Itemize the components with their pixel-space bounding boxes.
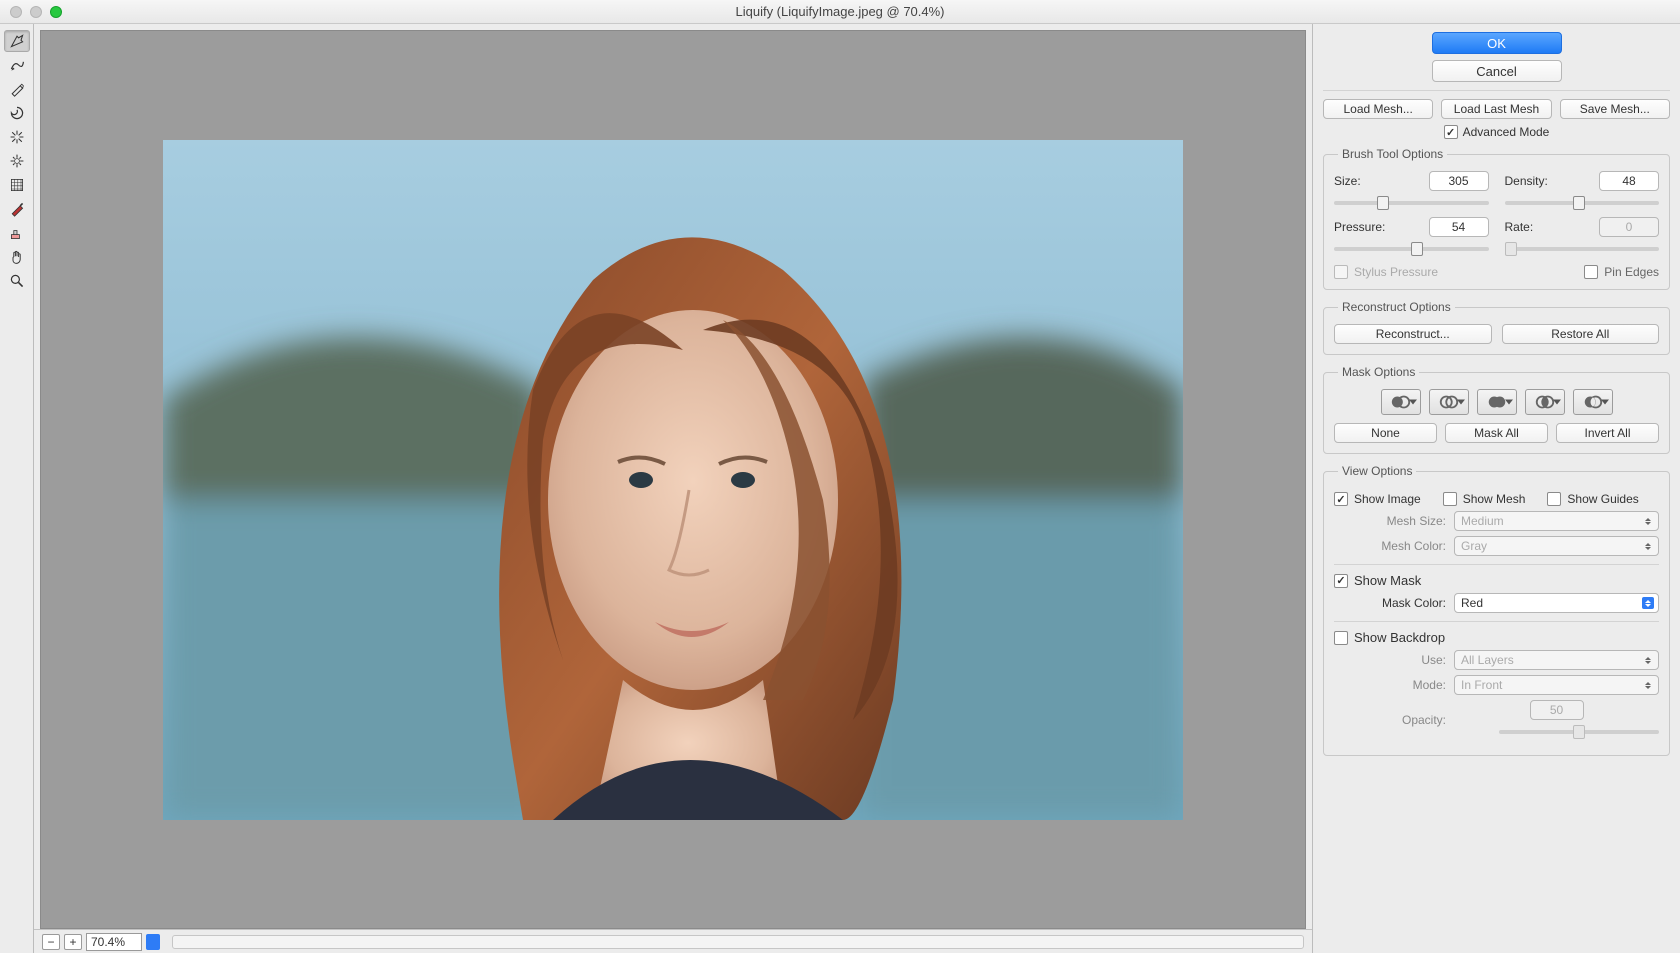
mask-color-label: Mask Color: — [1334, 596, 1446, 610]
load-mesh-button[interactable]: Load Mesh... — [1323, 99, 1433, 119]
view-legend: View Options — [1338, 464, 1416, 478]
mask-add-icon[interactable] — [1429, 389, 1469, 415]
show-mask-checkbox[interactable] — [1334, 574, 1348, 588]
twirl-tool[interactable] — [4, 102, 30, 124]
zoom-stepper-icon[interactable] — [146, 934, 160, 950]
divider — [1334, 621, 1659, 622]
rate-slider — [1505, 241, 1660, 257]
mesh-size-select: Medium — [1454, 511, 1659, 531]
push-left-tool[interactable] — [4, 174, 30, 196]
bloat-tool[interactable] — [4, 150, 30, 172]
tool-strip — [0, 24, 34, 953]
use-label: Use: — [1334, 653, 1446, 667]
show-backdrop-label: Show Backdrop — [1354, 630, 1445, 645]
mask-invert-icon[interactable] — [1573, 389, 1613, 415]
canvas-column: − + 70.4% — [34, 24, 1312, 953]
canvas-area[interactable] — [40, 30, 1306, 929]
divider — [1323, 90, 1670, 91]
use-select: All Layers — [1454, 650, 1659, 670]
show-image-checkbox[interactable] — [1334, 492, 1348, 506]
show-mesh-label: Show Mesh — [1463, 492, 1526, 506]
smooth-tool[interactable] — [4, 78, 30, 100]
reconstruct-legend: Reconstruct Options — [1338, 300, 1455, 314]
mask-intersect-icon[interactable] — [1525, 389, 1565, 415]
opacity-label: Opacity: — [1334, 713, 1446, 727]
mask-subtract-icon[interactable] — [1477, 389, 1517, 415]
hand-tool[interactable] — [4, 246, 30, 268]
mask-options-group: Mask Options None Mask All Invert All — [1323, 365, 1670, 454]
show-guides-checkbox[interactable] — [1547, 492, 1561, 506]
density-slider[interactable] — [1505, 195, 1660, 211]
size-label: Size: — [1334, 174, 1361, 188]
window-controls — [10, 6, 62, 18]
restore-all-button[interactable]: Restore All — [1502, 324, 1660, 344]
opacity-slider — [1499, 724, 1659, 740]
size-input[interactable] — [1429, 171, 1489, 191]
zoom-window-icon[interactable] — [50, 6, 62, 18]
close-window-icon[interactable] — [10, 6, 22, 18]
size-slider[interactable] — [1334, 195, 1489, 211]
mask-legend: Mask Options — [1338, 365, 1419, 379]
zoom-level-field[interactable]: 70.4% — [86, 933, 142, 951]
density-label: Density: — [1505, 174, 1548, 188]
reconstruct-button[interactable]: Reconstruct... — [1334, 324, 1492, 344]
stylus-pressure-checkbox — [1334, 265, 1348, 279]
mode-select: In Front — [1454, 675, 1659, 695]
rate-label: Rate: — [1505, 220, 1534, 234]
window-titlebar: Liquify (LiquifyImage.jpeg @ 70.4%) — [0, 0, 1680, 24]
window-title: Liquify (LiquifyImage.jpeg @ 70.4%) — [0, 4, 1680, 19]
mask-color-select[interactable]: Red — [1454, 593, 1659, 613]
show-guides-label: Show Guides — [1567, 492, 1638, 506]
options-panel: OK Cancel Load Mesh... Load Last Mesh Sa… — [1312, 24, 1680, 953]
save-mesh-button[interactable]: Save Mesh... — [1560, 99, 1670, 119]
horizontal-scrollbar[interactable] — [172, 935, 1304, 949]
load-last-mesh-button[interactable]: Load Last Mesh — [1441, 99, 1551, 119]
stylus-pressure-label: Stylus Pressure — [1354, 265, 1438, 279]
view-options-group: View Options Show Image Show Mesh Show G… — [1323, 464, 1670, 756]
pucker-tool[interactable] — [4, 126, 30, 148]
brush-tool-options-group: Brush Tool Options Size: Density: Pressu… — [1323, 147, 1670, 290]
mode-label: Mode: — [1334, 678, 1446, 692]
show-image-label: Show Image — [1354, 492, 1421, 506]
show-mask-label: Show Mask — [1354, 573, 1421, 588]
invert-all-button[interactable]: Invert All — [1556, 423, 1659, 443]
advanced-mode-label: Advanced Mode — [1463, 125, 1550, 139]
freeze-mask-tool[interactable] — [4, 198, 30, 220]
canvas-status-bar: − + 70.4% — [34, 929, 1312, 953]
divider — [1334, 564, 1659, 565]
cancel-button[interactable]: Cancel — [1432, 60, 1562, 82]
pressure-input[interactable] — [1429, 217, 1489, 237]
pressure-slider[interactable] — [1334, 241, 1489, 257]
mesh-color-label: Mesh Color: — [1334, 539, 1446, 553]
mask-all-button[interactable]: Mask All — [1445, 423, 1548, 443]
mask-replace-icon[interactable] — [1381, 389, 1421, 415]
rate-input — [1599, 217, 1659, 237]
mesh-color-select: Gray — [1454, 536, 1659, 556]
zoom-tool[interactable] — [4, 270, 30, 292]
advanced-mode-checkbox[interactable] — [1444, 125, 1458, 139]
density-input[interactable] — [1599, 171, 1659, 191]
minimize-window-icon[interactable] — [30, 6, 42, 18]
opacity-input — [1530, 700, 1584, 720]
reconstruct-tool[interactable] — [4, 54, 30, 76]
show-mesh-checkbox[interactable] — [1443, 492, 1457, 506]
brush-legend: Brush Tool Options — [1338, 147, 1447, 161]
zoom-out-button[interactable]: − — [42, 934, 60, 950]
document-image — [163, 140, 1183, 820]
ok-button[interactable]: OK — [1432, 32, 1562, 54]
reconstruct-options-group: Reconstruct Options Reconstruct... Resto… — [1323, 300, 1670, 355]
mesh-size-label: Mesh Size: — [1334, 514, 1446, 528]
forward-warp-tool[interactable] — [4, 30, 30, 52]
zoom-in-button[interactable]: + — [64, 934, 82, 950]
pressure-label: Pressure: — [1334, 220, 1385, 234]
show-backdrop-checkbox[interactable] — [1334, 631, 1348, 645]
mask-none-button[interactable]: None — [1334, 423, 1437, 443]
thaw-mask-tool[interactable] — [4, 222, 30, 244]
pin-edges-label: Pin Edges — [1604, 265, 1659, 279]
pin-edges-checkbox[interactable] — [1584, 265, 1598, 279]
